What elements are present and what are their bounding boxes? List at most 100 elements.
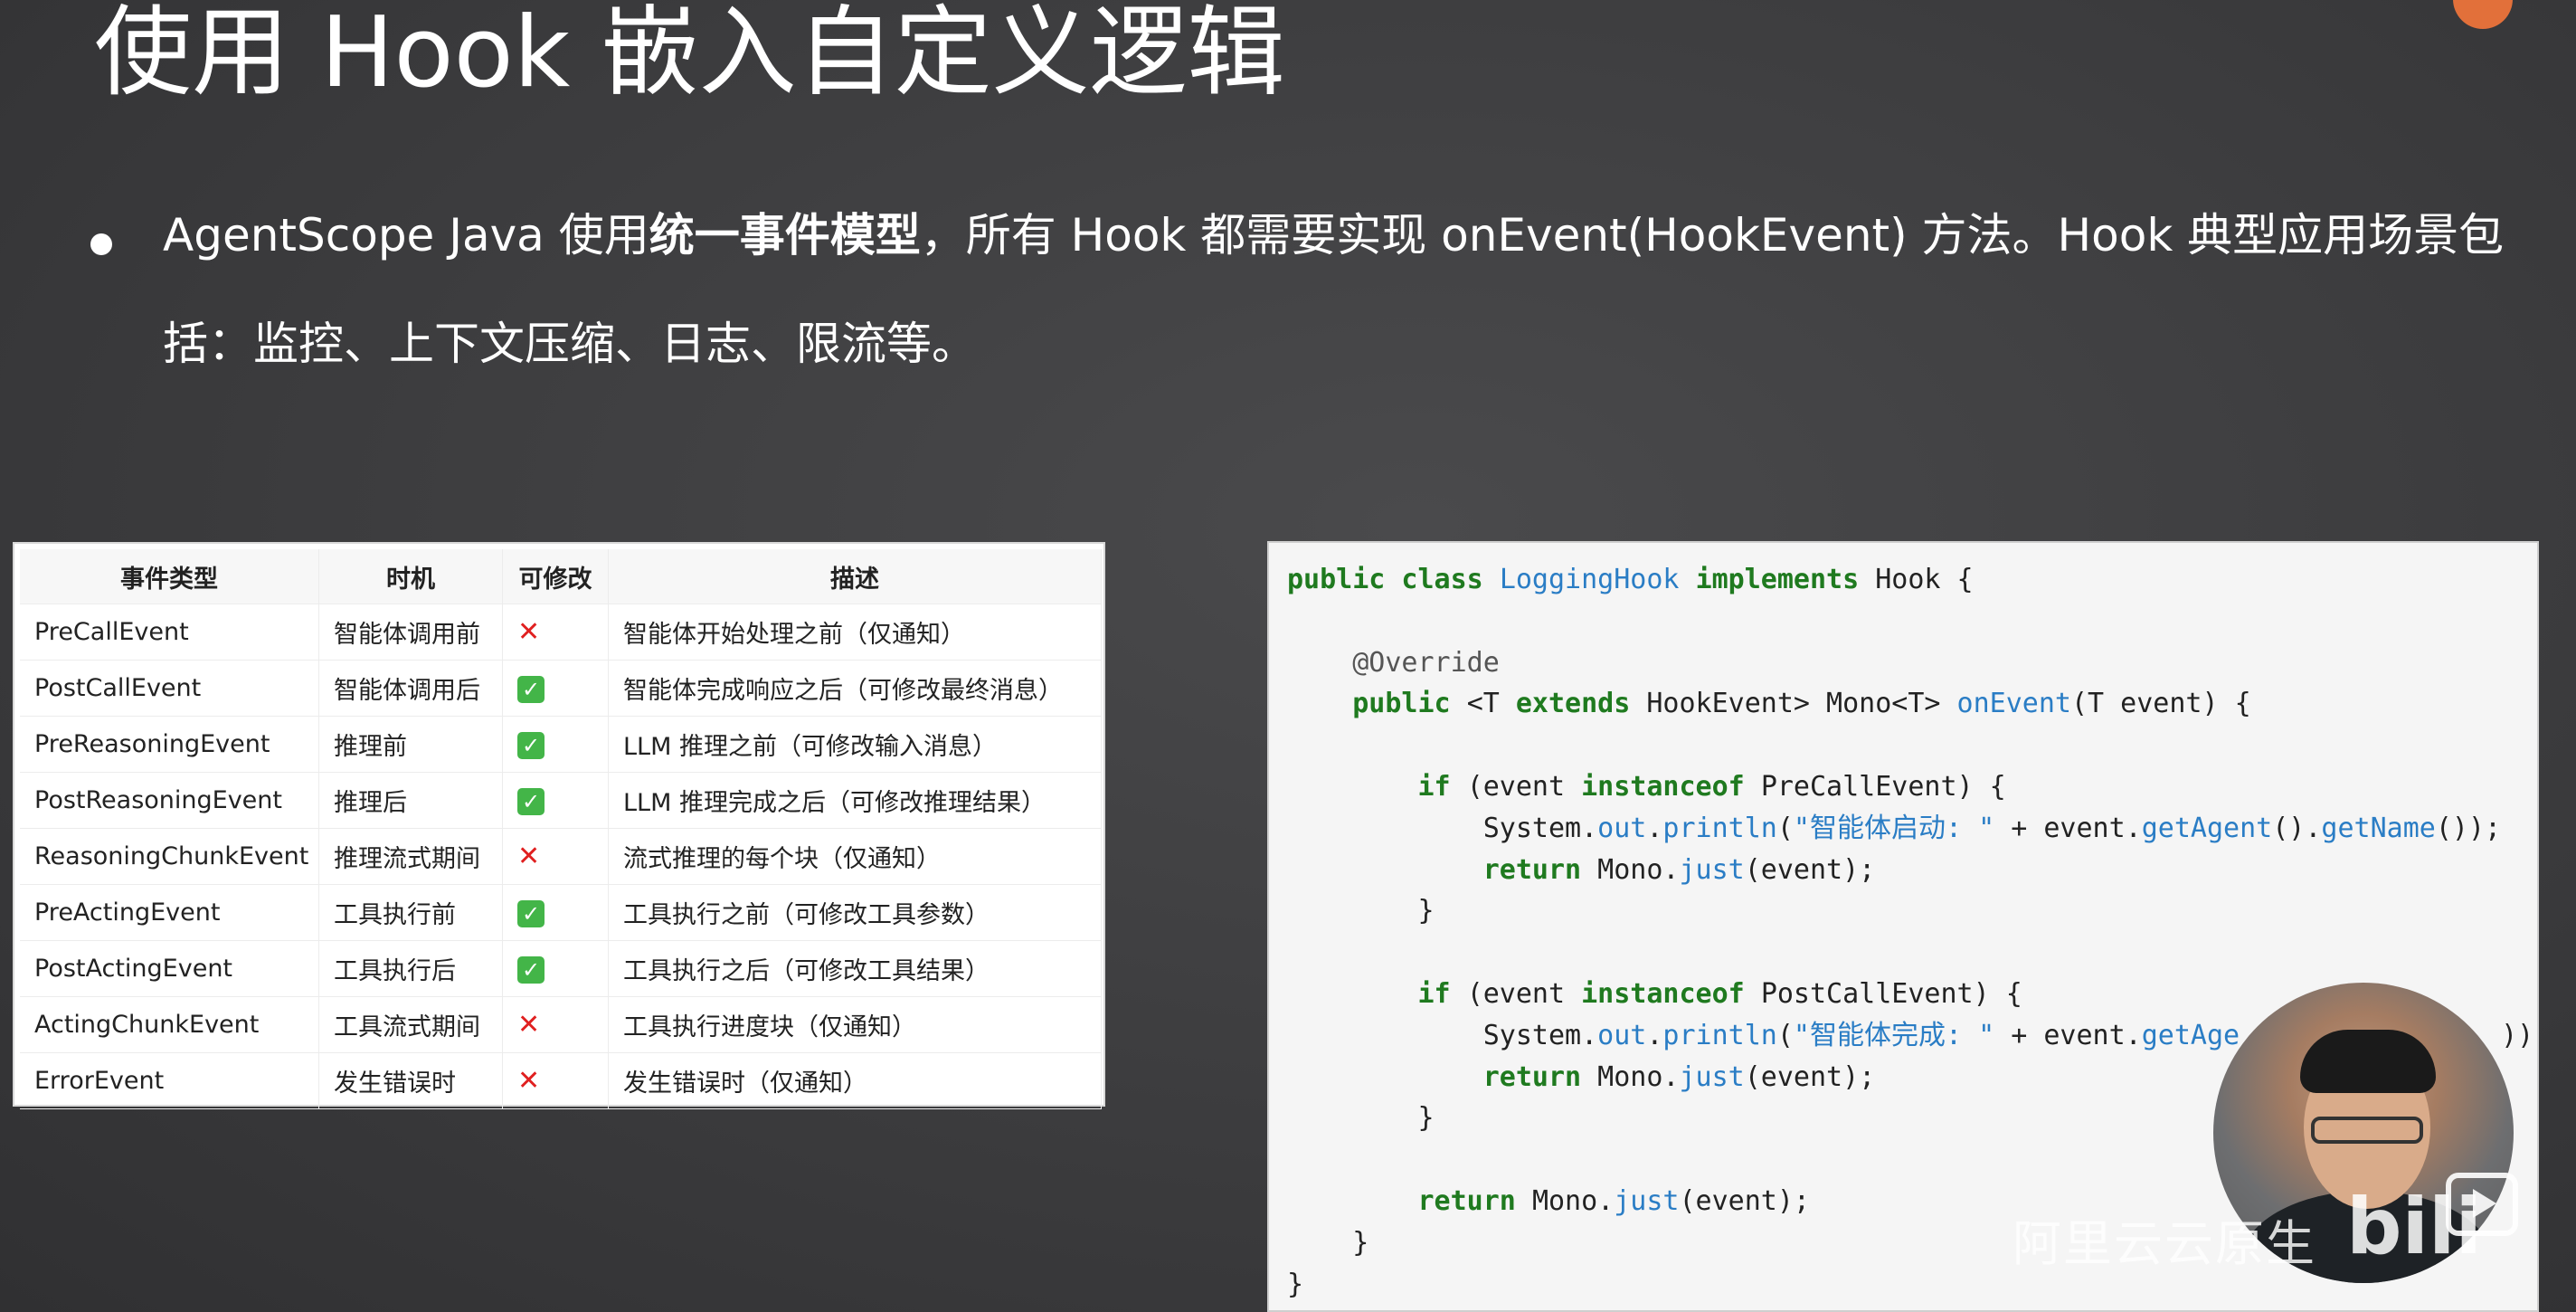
cross-mark-icon: ✕ (517, 1065, 541, 1097)
code-line: } (1287, 890, 2537, 932)
cell-modifiable: ✕ (502, 828, 609, 885)
table-row: ReasoningChunkEvent 推理流式期间 ✕ 流式推理的每个块（仅通知） (20, 828, 1102, 885)
cell-event-type: ActingChunkEvent (20, 996, 319, 1053)
code-token: LoggingHook (1499, 564, 1696, 595)
cell-modifiable: ✓ (502, 884, 609, 941)
code-token: . (1646, 1019, 1663, 1051)
table-row: ActingChunkEvent 工具流式期间 ✕ 工具执行进度块（仅通知） (20, 996, 1102, 1053)
cell-timing: 智能体调用后 (318, 660, 503, 717)
table-body: PreCallEvent 智能体调用前 ✕ 智能体开始处理之前（仅通知） PostCal… (20, 604, 1102, 1109)
code-token: (T event) { (2070, 688, 2251, 720)
code-token: <T (1466, 688, 1516, 720)
code-token: PreCallEvent) { (1760, 770, 2006, 803)
cell-timing: 推理后 (318, 772, 503, 829)
check-mark-icon: ✓ (517, 956, 545, 984)
cell-modifiable: ✕ (502, 604, 609, 661)
cell-event-type: ReasoningChunkEvent (20, 828, 319, 885)
presenter-hair (2300, 1030, 2436, 1093)
code-token: Mono. (1597, 1060, 1680, 1093)
cross-mark-icon: ✕ (517, 616, 541, 648)
cell-event-type: PostActingEvent (20, 940, 319, 997)
cell-timing: 智能体调用前 (318, 604, 503, 661)
cell-event-type: PreCallEvent (20, 604, 319, 661)
check-mark-icon: ✓ (517, 732, 545, 759)
code-token: (event (1466, 770, 1582, 803)
cell-description: 工具执行之前（可修改工具参数） (608, 884, 1102, 941)
cell-timing: 推理流式期间 (318, 828, 503, 885)
cell-event-type: PostReasoningEvent (20, 772, 319, 829)
check-mark-icon: ✓ (517, 676, 545, 703)
cell-modifiable: ✓ (502, 660, 609, 717)
header-description: 描述 (608, 549, 1102, 604)
cell-description: 智能体开始处理之前（仅通知） (608, 604, 1102, 661)
code-token: + event. (1994, 1019, 2142, 1051)
play-icon (2446, 1173, 2518, 1236)
presenter-glasses (2311, 1117, 2423, 1144)
cell-description: 工具执行之后（可修改工具结果） (608, 940, 1102, 997)
code-token: getName (2321, 812, 2436, 844)
code-token: getAge (2141, 1019, 2240, 1051)
event-table-panel: 事件类型 时机 可修改 描述 PreCallEvent 智能体调用前 ✕ 智能体开始处… (13, 542, 1105, 1109)
brand-logo-icon (2453, 0, 2513, 29)
code-token: just (1679, 853, 1745, 886)
code-token: if (1287, 770, 1467, 803)
code-token: "智能体启动: " (1793, 812, 1995, 844)
cell-event-type: ErrorEvent (20, 1052, 319, 1109)
cell-event-type: PreActingEvent (20, 884, 319, 941)
code-token: extends (1515, 688, 1647, 720)
table-row: PostReasoningEvent 推理后 ✓ LLM 推理完成之后（可修改推理结果… (20, 772, 1102, 829)
code-token: ( (1776, 812, 1794, 844)
cell-description: LLM 推理之前（可修改输入消息） (608, 716, 1102, 773)
code-token: System. (1287, 812, 1598, 844)
code-token: Hook { (1875, 564, 1974, 595)
cell-event-type: PreReasoningEvent (20, 716, 319, 773)
code-token: ( (1776, 1019, 1794, 1051)
table-row: ErrorEvent 发生错误时 ✕ 发生错误时（仅通知） (20, 1052, 1102, 1109)
code-token: } (1287, 895, 1435, 927)
code-token: } (1287, 1102, 1435, 1135)
code-token: return (1287, 1060, 1598, 1093)
cell-description: 智能体完成响应之后（可修改最终消息） (608, 660, 1102, 717)
bullet-text: AgentScope Java 使用统一事件模型，所有 Hook 都需要实现 o… (163, 181, 2551, 398)
code-token: HookEvent> Mono<T> (1646, 688, 1957, 720)
code-token: (event); (1679, 1184, 1811, 1217)
code-token: return (1287, 853, 1598, 886)
code-token: getAgent (2141, 812, 2273, 844)
cross-mark-icon: ✕ (517, 1009, 541, 1041)
cell-description: 流式推理的每个块（仅通知） (608, 828, 1102, 885)
code-token: implements (1695, 564, 1876, 595)
cell-timing: 工具执行前 (318, 884, 503, 941)
cell-description: LLM 推理完成之后（可修改推理结果） (608, 772, 1102, 829)
code-token: (). (2272, 812, 2322, 844)
cell-modifiable: ✕ (502, 1052, 609, 1109)
code-token: Mono. (1531, 1184, 1615, 1217)
check-mark-icon: ✓ (517, 900, 545, 927)
header-event-type: 事件类型 (20, 549, 319, 604)
code-line: return Mono.just(event); (1287, 850, 2537, 891)
cell-description: 发生错误时（仅通知） (608, 1052, 1102, 1109)
code-token: @Override (1287, 646, 1500, 679)
watermark-text: 阿里云云原生 (2012, 1215, 2316, 1272)
table-row: PostActingEvent 工具执行后 ✓ 工具执行之后（可修改工具结果） (20, 940, 1102, 997)
cell-description: 工具执行进度块（仅通知） (608, 996, 1102, 1053)
cell-event-type: PostCallEvent (20, 660, 319, 717)
brand-logo (2453, 0, 2513, 29)
cross-mark-icon: ✕ (517, 841, 541, 872)
code-token: just (1614, 1184, 1680, 1217)
code-line: if (event instanceof PreCallEvent) { (1287, 766, 2537, 808)
code-token: out (1597, 812, 1647, 844)
bullet-dot-icon (90, 233, 112, 255)
table-row: PreReasoningEvent 推理前 ✓ LLM 推理之前（可修改输入消息） (20, 716, 1102, 773)
event-table: 事件类型 时机 可修改 描述 PreCallEvent 智能体调用前 ✕ 智能体开始处… (20, 549, 1102, 1109)
check-mark-icon: ✓ (517, 788, 545, 815)
table-row: PreCallEvent 智能体调用前 ✕ 智能体开始处理之前（仅通知） (20, 604, 1102, 661)
code-token: "智能体完成: " (1793, 1019, 1995, 1051)
code-line: System.out.println("智能体启动: " + event.get… (1287, 808, 2537, 850)
code-token: onEvent (1956, 688, 2071, 720)
code-token: if (1287, 977, 1467, 1010)
cell-timing: 推理前 (318, 716, 503, 773)
cell-timing: 工具执行后 (318, 940, 503, 997)
code-token: println (1662, 1019, 1777, 1051)
code-line: @Override (1287, 642, 2537, 684)
code-token: println (1662, 812, 1777, 844)
